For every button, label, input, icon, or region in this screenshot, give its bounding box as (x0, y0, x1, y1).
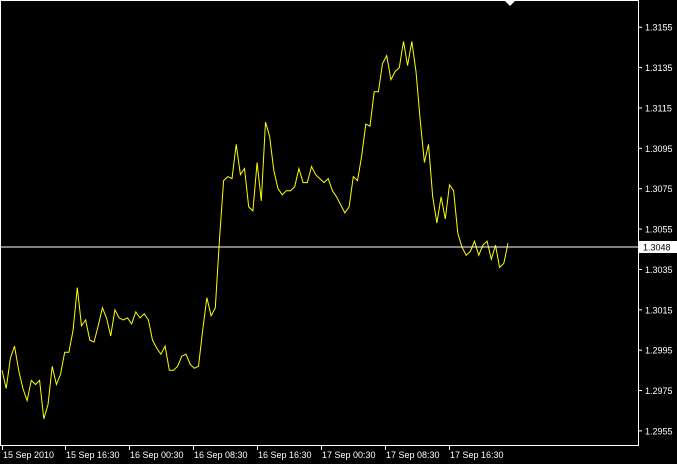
x-tick-label: 17 Sep 16:30 (450, 450, 504, 460)
y-tick-label: 1.3055 (645, 225, 673, 235)
y-tick-label: 1.3155 (645, 23, 673, 33)
y-tick-label: 1.3135 (645, 63, 673, 73)
y-tick-label: 1.3035 (645, 265, 673, 275)
x-tick-label: 16 Sep 08:30 (194, 450, 248, 460)
x-tick-label: 17 Sep 08:30 (386, 450, 440, 460)
x-tick-label: 16 Sep 00:30 (130, 450, 184, 460)
x-tick-label: 15 Sep 2010 (3, 450, 54, 460)
x-tick-label: 15 Sep 16:30 (66, 450, 120, 460)
x-tick-label: 16 Sep 16:30 (258, 450, 312, 460)
y-tick-label: 1.2995 (645, 346, 673, 356)
current-price-label: 1.3048 (643, 243, 671, 253)
y-tick-label: 1.2955 (645, 426, 673, 436)
x-tick-label: 17 Sep 00:30 (322, 450, 376, 460)
chart-background (0, 0, 677, 464)
y-tick-label: 1.3015 (645, 305, 673, 315)
price-chart: 1.3155 1.3135 1.3115 1.3095 1.3075 1.3055 1.30… (0, 0, 677, 464)
y-tick-label: 1.3115 (645, 103, 672, 113)
y-tick-label: 1.3075 (645, 184, 673, 194)
y-tick-label: 1.3095 (645, 144, 673, 154)
y-tick-label: 1.2975 (645, 386, 673, 396)
